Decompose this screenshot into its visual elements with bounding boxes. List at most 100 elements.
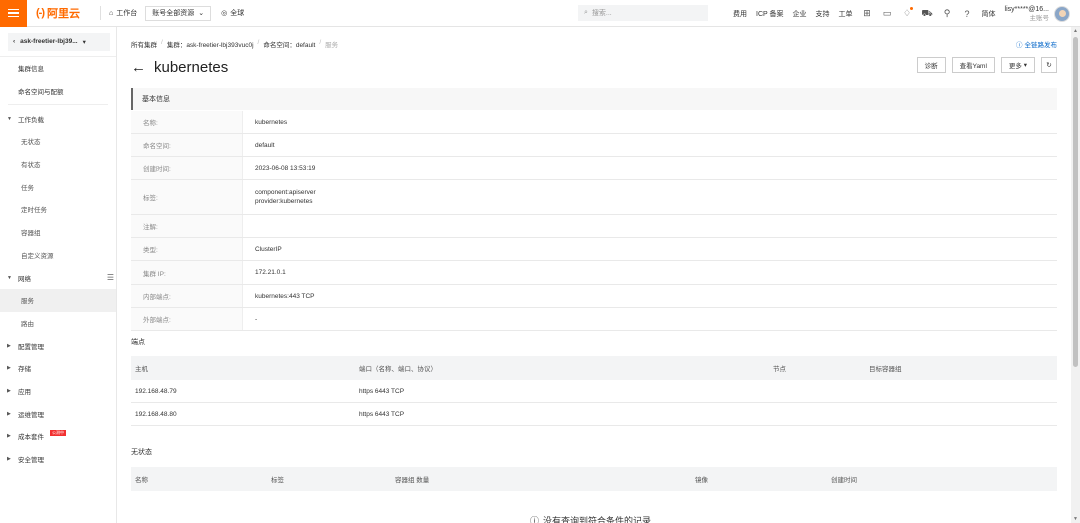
basic-info-table: 名称: kubernetes 命名空间: default 创建时间: 2023-… [131,111,1057,331]
info-row-labels: 标签: component:apiserver provider:kuberne… [131,180,1057,215]
table-header: 名称 标签 容器组 数量 镜像 创建时间 [131,467,1057,491]
search-input[interactable]: ⌕ 搜索... [578,5,708,21]
sidebar-item-services[interactable]: 服务 [0,288,116,312]
resource-scope-dropdown[interactable]: 账号全部资源 ⌄ [145,5,212,21]
stateless-title: 无状态 [131,449,152,456]
enterprise-link[interactable]: 企业 [793,9,807,19]
caret-right-icon: ▶ [7,410,11,417]
page-title: ← kubernetes [131,59,229,76]
caret-right-icon: ▶ [7,342,11,349]
ticket-link[interactable]: 工单 [839,9,853,19]
info-row-namespace: 命名空间: default [131,134,1057,157]
cluster-selector[interactable]: ‹ ask-freetier-lbj39... ▾ [8,32,110,51]
region-selector[interactable]: ◎ 全球 [221,8,244,18]
caret-down-icon: ▾ [82,38,86,46]
help-icon[interactable]: ? [962,8,973,19]
scroll-up-icon[interactable]: ▲ [1071,27,1080,35]
refresh-icon: ↻ [1046,62,1052,69]
page-scrollbar[interactable]: ▲ ▼ [1071,27,1080,523]
caret-down-icon: ▾ [1023,62,1027,69]
sidebar-item-namespaces[interactable]: 命名空间与配额 [0,80,116,103]
top-bar: (-) 阿里云 ⌂ 工作台 账号全部资源 ⌄ ◎ 全球 ⌕ 搜索... 费用 ICP 备案… [0,0,1080,27]
sidebar-item-jobs[interactable]: 任务 [0,175,116,198]
sidebar: ‹ ask-freetier-lbj39... ▾ 集群信息 命名空间与配额 ▼… [0,27,117,523]
breadcrumb-service: 服务 [325,42,339,49]
endpoints-title: 端点 [131,339,145,346]
breadcrumb-all-clusters[interactable]: 所有集群 [131,39,157,49]
sidebar-group-network[interactable]: ▼ 网络 ☰ [0,266,116,289]
fees-link[interactable]: 费用 [733,9,747,19]
chevron-down-icon: ⌄ [198,10,205,17]
collapse-sidebar-icon[interactable]: ☰ [107,273,114,282]
back-arrow-icon[interactable]: ← [131,59,146,76]
icp-link[interactable]: ICP 备案 [756,9,784,19]
diagnose-button[interactable]: 诊断 [916,57,946,73]
sidebar-item-statefulsets[interactable]: 有状态 [0,153,116,176]
stateless-table: 名称 标签 容器组 数量 镜像 创建时间 [131,467,1057,491]
sidebar-group-cost[interactable]: ▶ 成本套件 公测中 [0,425,116,448]
sidebar-group-security[interactable]: ▶ 安全管理 [0,448,116,471]
title-actions: 诊断 查看Yaml 更多 ▾ ↻ [916,57,1057,73]
divider [8,104,108,106]
sidebar-group-storage[interactable]: ▶ 存储 [0,357,116,380]
divider [100,6,101,20]
caret-down-icon: ▼ [7,115,12,122]
sidebar-group-config[interactable]: ▶ 配置管理 [0,334,116,357]
caret-right-icon: ▶ [7,365,11,372]
refresh-button[interactable]: ↻ [1041,57,1057,73]
language-switch[interactable]: 简体 [982,9,996,19]
home-icon: ⌂ [109,9,114,17]
sidebar-group-ops[interactable]: ▶ 运维管理 [0,402,116,425]
breadcrumb-namespace[interactable]: 命名空间：default [263,39,315,49]
search-icon: ⌕ [584,9,588,16]
view-yaml-button[interactable]: 查看Yaml [951,57,995,73]
info-row-cluster-ip: 集群 IP: 172.21.0.1 [131,261,1057,285]
breadcrumb-cluster[interactable]: 集群：ask-freetier-lbj393vuc0j [167,39,254,49]
scrollbar-thumb[interactable] [1073,37,1078,367]
location-icon[interactable]: ⚲ [942,8,953,19]
scroll-down-icon[interactable]: ▼ [1071,515,1080,523]
avatar[interactable] [1054,5,1070,22]
caret-down-icon: ▼ [7,274,12,281]
table-row: 192.168.48.79 https 6443 TCP [131,380,1057,403]
basic-info-heading: 基本信息 [131,88,1057,110]
breadcrumb: 所有集群 / 集群：ask-freetier-lbj393vuc0j / 命名空… [131,39,339,49]
sidebar-item-deployments[interactable]: 无状态 [0,130,116,153]
bell-icon[interactable]: ♢ [902,7,913,19]
sidebar-item-pods[interactable]: 容器组 [0,221,116,244]
support-link[interactable]: 支持 [816,9,830,19]
sidebar-item-ingresses[interactable]: 路由 [0,312,116,335]
workbench-link[interactable]: ⌂ 工作台 [109,8,137,18]
sidebar-group-apps[interactable]: ▶ 应用 [0,380,116,403]
sidebar-item-cronjobs[interactable]: 定时任务 [0,198,116,221]
globe-icon: ◎ [221,10,228,17]
table-row: 192.168.48.80 https 6443 TCP [131,403,1057,426]
beta-badge: 公测中 [50,430,66,437]
chevron-left-icon[interactable]: ‹ [13,38,15,45]
caret-right-icon: ▶ [7,433,11,440]
info-row-external-endpoint: 外部端点: - [131,308,1057,331]
help-circle-icon: ⓘ [1016,42,1023,49]
info-row-annotations: 注解: [131,215,1057,238]
menu-icon[interactable] [0,0,27,27]
terminal-icon[interactable]: ▭ [882,8,893,19]
sidebar-group-workloads[interactable]: ▼ 工作负载 [0,107,116,130]
full-link-publish-link[interactable]: ⓘ 全链路发布 [1016,39,1057,49]
caret-right-icon: ▶ [7,456,11,463]
sidebar-item-cluster-info[interactable]: 集群信息 [0,57,116,80]
more-button[interactable]: 更多 ▾ [1000,57,1035,73]
info-row-name: 名称: kubernetes [131,111,1057,134]
grid-icon[interactable]: ⊞ [862,8,873,19]
info-row-internal-endpoint: 内部端点: kubernetes:443 TCP [131,285,1057,308]
caret-right-icon: ▶ [7,387,11,394]
account-info[interactable]: lisy*****@16... 主账号 [1005,5,1049,23]
cart-icon[interactable]: ⛟ [921,8,932,19]
main-content: 所有集群 / 集群：ask-freetier-lbj393vuc0j / 命名空… [117,27,1071,523]
info-icon: ⓘ [530,516,540,523]
logo[interactable]: (-) 阿里云 [36,5,92,21]
endpoints-table: 主机 端口（名称、端口、协议） 节点 目标容器组 192.168.48.79 h… [131,356,1057,426]
sidebar-item-custom-resources[interactable]: 自定义资源 [0,244,116,267]
info-row-created: 创建时间: 2023-06-08 13:53:19 [131,157,1057,180]
table-header: 主机 端口（名称、端口、协议） 节点 目标容器组 [131,356,1057,380]
empty-state: ⓘ 没有查询到符合条件的记录 [530,514,651,523]
